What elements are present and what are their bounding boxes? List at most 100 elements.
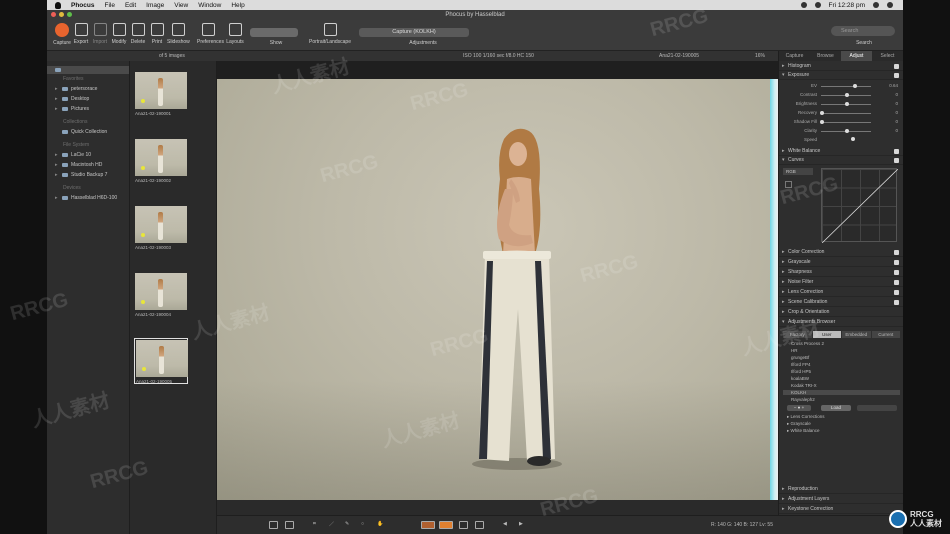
thumbnail[interactable]: Ana21-02-190004 [135,273,189,319]
slider-contrast[interactable]: Contrast 0 [779,92,903,99]
preset-item[interactable]: HR [791,348,798,353]
slider-shadow-fill[interactable]: Shadow Fill 0 [779,119,903,126]
menu-image[interactable]: Image [146,2,164,9]
sidebar-item-hasselblad[interactable]: ▸ Hasselblad H6D-100 [47,193,129,203]
tree-item[interactable]: ▸ Grayscale [787,421,811,427]
straighten-icon[interactable]: ／ [329,521,338,529]
section-crop-orientation[interactable]: ▸ Crop & Orientation [779,308,903,317]
clock[interactable]: Fri 12:28 pm [829,2,866,9]
section-grayscale[interactable]: ▸ Grayscale [779,258,903,267]
slider-recovery[interactable]: Recovery 0 [779,110,903,117]
tab-current[interactable]: Current [871,331,900,338]
eyedropper-icon[interactable] [785,181,792,188]
hand-icon[interactable]: ✋ [377,521,386,529]
section-scene-calibration[interactable]: ▸ Scene Calibration [779,298,903,307]
menu-edit[interactable]: Edit [125,2,136,9]
menu-help[interactable]: Help [231,2,244,9]
section-exposure[interactable]: ▾ Exposure [779,71,903,80]
battery-icon[interactable] [814,2,821,8]
layouts-button[interactable]: Layouts [224,23,246,45]
loupe-icon[interactable]: ○ [361,521,370,529]
image-viewer[interactable] [217,61,778,515]
add-remove-control[interactable]: − ● + [787,405,811,411]
search-icon[interactable] [873,2,879,8]
previous-icon[interactable]: ◀ [503,521,512,529]
apple-icon[interactable] [55,1,61,9]
preferences-button[interactable]: Preferences [197,23,224,45]
menu-app[interactable]: Phocus [71,2,94,9]
checkbox[interactable] [894,280,899,285]
thumbnail[interactable]: Ana21-02-190002 [135,139,189,185]
preset-item[interactable]: grungeBf [791,355,809,360]
thumbnail[interactable]: Ana21-02-190003 [135,206,189,252]
section-adjustment-layers[interactable]: ▸ Adjustment Layers [779,495,903,504]
preset-item[interactable]: Kodak TRI-X [791,383,817,388]
layout-icon[interactable] [475,521,484,529]
section-lens-correction[interactable]: ▸ Lens Correction [779,288,903,297]
section-adjustments-browser[interactable]: ▾ Adjustments Browser [779,318,903,327]
slideshow-button[interactable]: Slideshow [167,23,190,45]
menu-window[interactable]: Window [198,2,221,9]
curves-graph[interactable] [821,168,898,243]
section-white-balance[interactable]: ▸ White Balance [779,147,903,156]
checkbox[interactable] [894,149,899,154]
curves-channel-select[interactable]: RGB [783,168,813,175]
minimize-icon[interactable] [59,12,64,17]
section-keystone-correction[interactable]: ▸ Keystone Correction [779,505,903,514]
checkbox[interactable] [894,270,899,275]
slider-clarity[interactable]: Clarity 0 [779,128,903,135]
section-sharpness[interactable]: ▸ Sharpness [779,268,903,277]
tab-embedded[interactable]: Embedded [842,331,871,338]
checkbox[interactable] [894,300,899,305]
show-selector[interactable] [250,28,298,37]
section-noise-filter[interactable]: ▸ Noise Filter [779,278,903,287]
grid-icon[interactable] [459,521,468,529]
preset-item-selected[interactable]: KOLKH [783,390,900,395]
checkbox[interactable] [894,290,899,295]
exposure-warning-icon[interactable] [439,521,453,529]
tab-select[interactable]: Select [872,51,903,61]
zoom-level[interactable]: 16% [755,53,765,59]
slider-ev[interactable]: EV 0.64 [779,83,903,90]
sidebar-item-quick-collection[interactable]: Quick Collection [47,127,129,137]
color-swatch-icon[interactable] [421,521,435,529]
checkbox[interactable] [894,73,899,78]
tab-factory[interactable]: Factory [783,331,812,338]
tree-item[interactable]: ▸ Lens Corrections [787,414,825,420]
sidebar-item-petersorace[interactable]: ▸ petersorace [47,84,129,94]
checkbox[interactable] [894,158,899,163]
sidebar-item-lacie[interactable]: ▸ LaCie 10 [47,150,129,160]
sidebar-item-pictures[interactable]: ▸ Pictures [47,104,129,114]
compare-icon[interactable] [269,521,278,529]
zoom-icon[interactable] [67,12,72,17]
search-input[interactable]: Search [831,26,895,36]
preset-item[interactable]: Ilford FP4 [791,362,811,367]
crop-icon[interactable]: ⌗ [313,521,322,529]
print-button[interactable]: Print [146,23,168,45]
menu-view[interactable]: View [174,2,188,9]
capture-title-field[interactable]: Capture (KOLKH) [359,28,469,37]
section-reproduction[interactable]: ▸ Reproduction [779,485,903,494]
preset-item[interactable]: Rayvaleph2 [791,397,815,402]
preset-item[interactable]: Cross Process 2 [791,341,824,346]
main-photo[interactable] [217,79,778,500]
slider-brightness[interactable]: Brightness 0 [779,101,903,108]
sidebar-item-studio-backup[interactable]: ▸ Studio Backup 7 [47,170,129,180]
siri-icon[interactable] [887,2,893,8]
tab-browse[interactable]: Browse [810,51,841,61]
single-view-icon[interactable] [285,521,294,529]
sidebar-item-macintosh-hd[interactable]: ▸ Macintosh HD [47,160,129,170]
section-curves[interactable]: ▾ Curves [779,156,903,165]
tab-capture[interactable]: Capture [779,51,810,61]
menu-file[interactable]: File [104,2,114,9]
tab-adjust[interactable]: Adjust [841,51,872,61]
thumbnail-selected[interactable]: Ana21-02-190005 [134,338,188,384]
wifi-icon[interactable] [800,2,807,8]
sidebar-current-folder[interactable] [47,66,129,74]
load-button[interactable]: Load [821,405,851,411]
preset-item[interactable]: koalaBW [791,376,809,381]
sidebar-item-desktop[interactable]: ▸ Desktop [47,94,129,104]
close-icon[interactable] [51,12,56,17]
checkbox[interactable] [894,250,899,255]
section-histogram[interactable]: ▸ Histogram [779,62,903,71]
